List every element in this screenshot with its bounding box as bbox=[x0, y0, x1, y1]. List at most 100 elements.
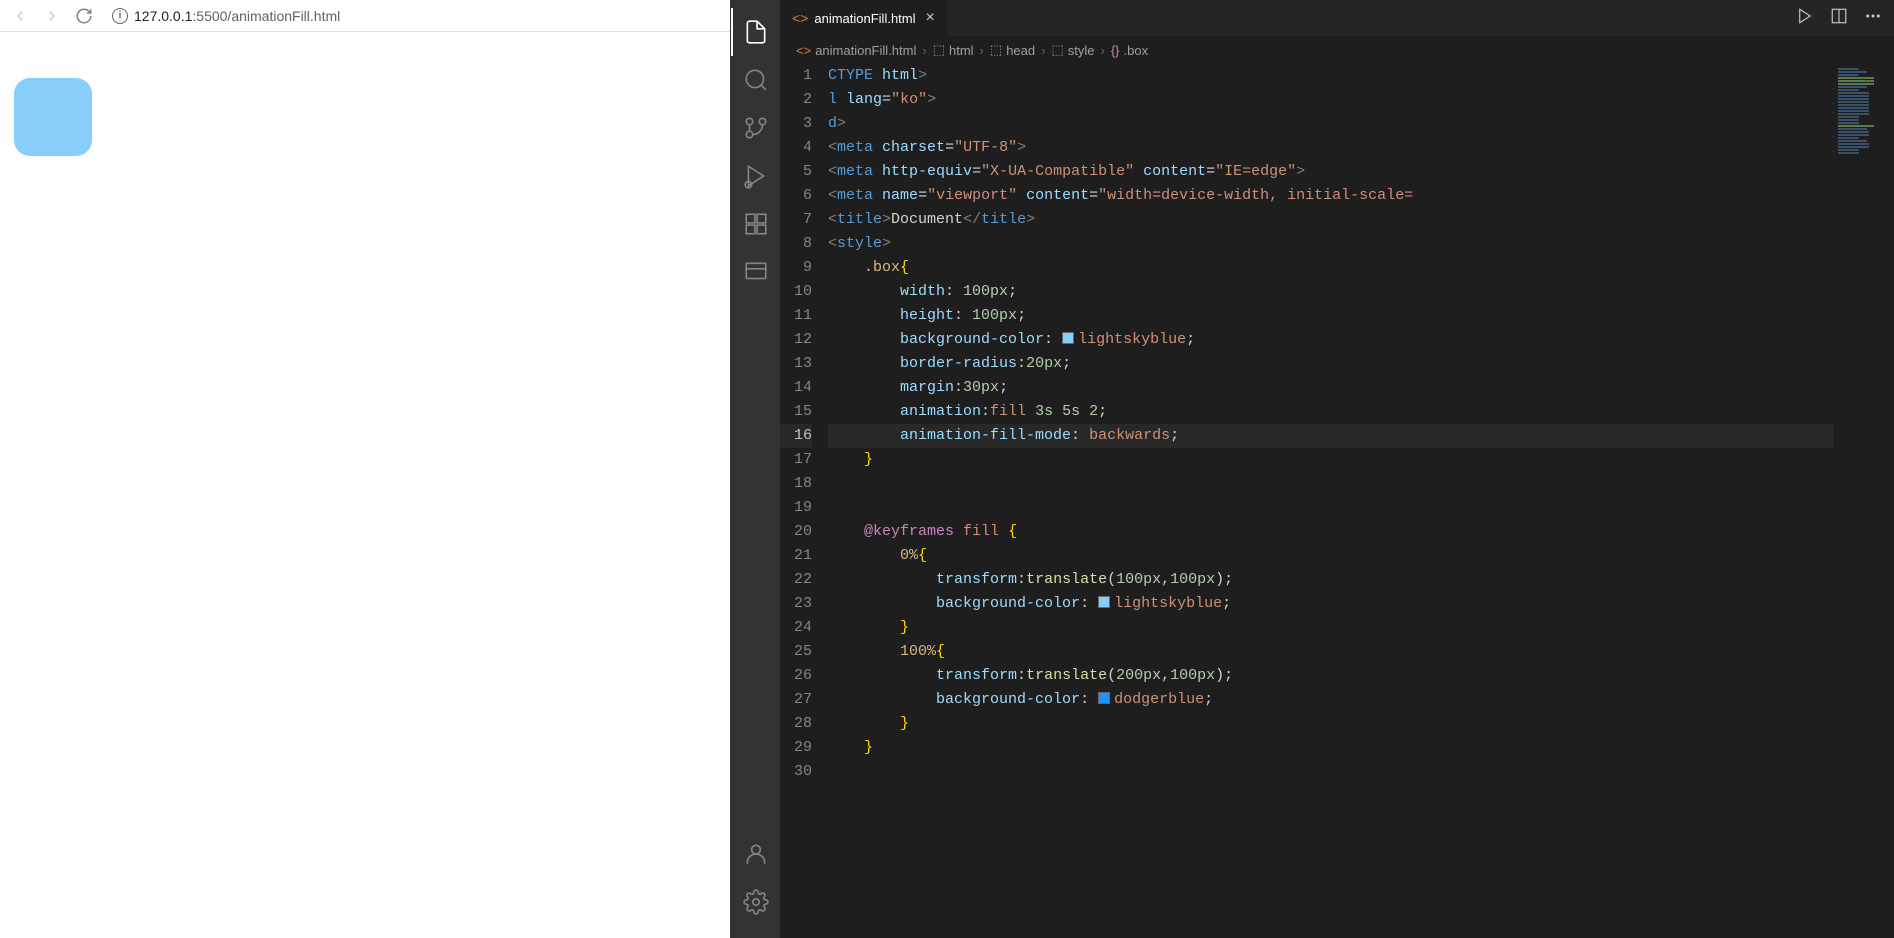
line-number: 26 bbox=[780, 664, 812, 688]
run-button[interactable] bbox=[1796, 7, 1814, 30]
line-number: 16 bbox=[780, 424, 812, 448]
code-line[interactable]: } bbox=[828, 736, 1834, 760]
run-debug-activity[interactable] bbox=[731, 152, 779, 200]
extensions-activity[interactable] bbox=[731, 200, 779, 248]
breadcrumb-style[interactable]: ⬚ style bbox=[1051, 42, 1094, 58]
code-line[interactable] bbox=[828, 760, 1834, 784]
code-line[interactable]: <meta name="viewport" content="width=dev… bbox=[828, 184, 1834, 208]
breadcrumb-head[interactable]: ⬚ head bbox=[990, 42, 1035, 58]
tab-close-button[interactable]: × bbox=[926, 9, 935, 27]
settings-activity[interactable] bbox=[731, 878, 779, 926]
line-number: 18 bbox=[780, 472, 812, 496]
run-debug-icon bbox=[743, 163, 769, 189]
code-line[interactable] bbox=[828, 496, 1834, 520]
code-line[interactable]: @keyframes fill { bbox=[828, 520, 1834, 544]
code-line[interactable]: <meta http-equiv="X-UA-Compatible" conte… bbox=[828, 160, 1834, 184]
code-line[interactable]: } bbox=[828, 448, 1834, 472]
split-icon bbox=[1830, 7, 1848, 25]
browser-toolbar: i 127.0.0.1:5500/animationFill.html bbox=[0, 0, 730, 32]
code-line[interactable]: margin:30px; bbox=[828, 376, 1834, 400]
search-icon bbox=[743, 67, 769, 93]
code-line[interactable]: animation:fill 3s 5s 2; bbox=[828, 400, 1834, 424]
browser-back-button[interactable] bbox=[8, 4, 32, 28]
line-number: 15 bbox=[780, 400, 812, 424]
line-number: 10 bbox=[780, 280, 812, 304]
line-number: 5 bbox=[780, 160, 812, 184]
code-line[interactable]: background-color: lightskyblue; bbox=[828, 592, 1834, 616]
symbol-icon: ⬚ bbox=[933, 42, 945, 58]
browser-preview-icon bbox=[743, 259, 769, 285]
css-selector-icon: {} bbox=[1111, 43, 1120, 58]
line-number: 25 bbox=[780, 640, 812, 664]
code-line[interactable]: transform:translate(200px,100px); bbox=[828, 664, 1834, 688]
code-line[interactable]: animation-fill-mode: backwards; bbox=[828, 424, 1834, 448]
line-number: 23 bbox=[780, 592, 812, 616]
line-number: 8 bbox=[780, 232, 812, 256]
line-gutter: 1234567891011121314151617181920212223242… bbox=[780, 64, 828, 938]
source-control-activity[interactable] bbox=[731, 104, 779, 152]
code-line[interactable]: background-color: lightskyblue; bbox=[828, 328, 1834, 352]
line-number: 3 bbox=[780, 112, 812, 136]
code-line[interactable]: border-radius:20px; bbox=[828, 352, 1834, 376]
code-line[interactable]: } bbox=[828, 616, 1834, 640]
search-activity[interactable] bbox=[731, 56, 779, 104]
line-number: 1 bbox=[780, 64, 812, 88]
code-line[interactable] bbox=[828, 472, 1834, 496]
play-icon bbox=[1796, 7, 1814, 25]
files-icon bbox=[743, 19, 769, 45]
code-line[interactable]: <style> bbox=[828, 232, 1834, 256]
browser-reload-button[interactable] bbox=[72, 4, 96, 28]
symbol-icon: ⬚ bbox=[1051, 42, 1063, 58]
code-line[interactable]: <title>Document</title> bbox=[828, 208, 1834, 232]
arrow-right-icon bbox=[43, 7, 61, 25]
code-line[interactable]: background-color: dodgerblue; bbox=[828, 688, 1834, 712]
info-icon: i bbox=[112, 8, 128, 24]
live-server-activity[interactable] bbox=[731, 248, 779, 296]
breadcrumb-separator: › bbox=[980, 43, 984, 58]
minimap[interactable] bbox=[1834, 64, 1894, 938]
code-line[interactable]: } bbox=[828, 712, 1834, 736]
url-bar[interactable]: i 127.0.0.1:5500/animationFill.html bbox=[112, 8, 340, 24]
accounts-activity[interactable] bbox=[731, 830, 779, 878]
breadcrumbs[interactable]: <> animationFill.html › ⬚ html › ⬚ head … bbox=[780, 36, 1894, 64]
line-number: 11 bbox=[780, 304, 812, 328]
line-number: 30 bbox=[780, 760, 812, 784]
more-actions-button[interactable] bbox=[1864, 7, 1882, 30]
code-editor[interactable]: 1234567891011121314151617181920212223242… bbox=[780, 64, 1894, 938]
browser-content bbox=[0, 32, 730, 938]
breadcrumb-file[interactable]: <> animationFill.html bbox=[796, 43, 916, 58]
breadcrumb-separator: › bbox=[1041, 43, 1045, 58]
browser-panel: i 127.0.0.1:5500/animationFill.html bbox=[0, 0, 730, 938]
explorer-activity[interactable] bbox=[731, 8, 779, 56]
editor-tab[interactable]: <> animationFill.html × bbox=[780, 0, 948, 36]
code-line[interactable]: height: 100px; bbox=[828, 304, 1834, 328]
code-line[interactable]: 100%{ bbox=[828, 640, 1834, 664]
code-line[interactable]: transform:translate(100px,100px); bbox=[828, 568, 1834, 592]
url-text: 127.0.0.1:5500/animationFill.html bbox=[134, 8, 340, 24]
line-number: 2 bbox=[780, 88, 812, 112]
split-editor-button[interactable] bbox=[1830, 7, 1848, 30]
line-number: 24 bbox=[780, 616, 812, 640]
code-line[interactable]: width: 100px; bbox=[828, 280, 1834, 304]
code-content[interactable]: CTYPE html>l lang="ko">d><meta charset="… bbox=[828, 64, 1834, 938]
browser-forward-button[interactable] bbox=[40, 4, 64, 28]
line-number: 4 bbox=[780, 136, 812, 160]
code-line[interactable]: 0%{ bbox=[828, 544, 1834, 568]
animated-box bbox=[14, 78, 92, 156]
code-line[interactable]: d> bbox=[828, 112, 1834, 136]
line-number: 14 bbox=[780, 376, 812, 400]
code-line[interactable]: l lang="ko"> bbox=[828, 88, 1834, 112]
symbol-icon: ⬚ bbox=[990, 42, 1002, 58]
html-file-icon: <> bbox=[796, 43, 811, 58]
line-number: 9 bbox=[780, 256, 812, 280]
code-line[interactable]: .box{ bbox=[828, 256, 1834, 280]
line-number: 19 bbox=[780, 496, 812, 520]
breadcrumb-separator: › bbox=[922, 43, 926, 58]
breadcrumb-html[interactable]: ⬚ html bbox=[933, 42, 974, 58]
breadcrumb-box[interactable]: {} .box bbox=[1111, 43, 1148, 58]
gear-icon bbox=[743, 889, 769, 915]
line-number: 20 bbox=[780, 520, 812, 544]
code-line[interactable]: <meta charset="UTF-8"> bbox=[828, 136, 1834, 160]
line-number: 27 bbox=[780, 688, 812, 712]
code-line[interactable]: CTYPE html> bbox=[828, 64, 1834, 88]
